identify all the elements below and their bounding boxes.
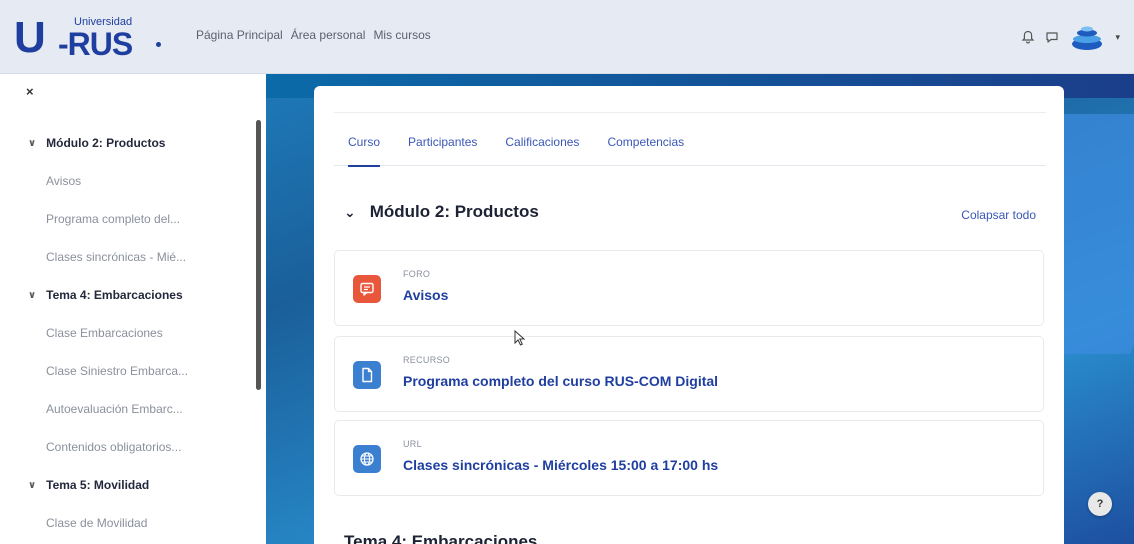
sidebar-section-modulo-2[interactable]: ∨ Módulo 2: Productos — [0, 124, 250, 162]
sidebar-section-label: Módulo 2: Productos — [46, 136, 166, 150]
close-icon[interactable]: × — [26, 84, 34, 99]
sidebar-item-programa[interactable]: Programa completo del... — [0, 200, 250, 238]
chevron-down-icon[interactable]: ⌄ — [344, 204, 356, 221]
primary-navigation: Página Principal Área personal Mis curso… — [196, 28, 431, 42]
user-menu-area: ▾ — [1021, 20, 1120, 54]
sidebar-item-clase-embarcaciones[interactable]: Clase Embarcaciones — [0, 314, 250, 352]
sidebar-item-avisos[interactable]: Avisos — [0, 162, 250, 200]
sidebar-item-autoevaluacion[interactable]: Autoevaluación Embarc... — [0, 390, 250, 428]
tab-curso[interactable]: Curso — [348, 124, 381, 167]
chevron-down-icon[interactable]: ∨ — [28, 138, 36, 149]
file-icon — [353, 361, 381, 389]
help-button[interactable]: ? — [1088, 492, 1112, 516]
sidebar-section-tema-4[interactable]: ∨ Tema 4: Embarcaciones — [0, 276, 250, 314]
course-index-list: ∨ Módulo 2: Productos Avisos Programa co… — [0, 124, 250, 542]
tab-competencias[interactable]: Competencias — [607, 124, 684, 165]
activity-type-label: URL — [403, 439, 422, 449]
site-logo[interactable]: U Universidad -RUS — [14, 12, 164, 64]
section-header[interactable]: ⌄ Módulo 2: Productos — [344, 202, 539, 222]
chevron-down-icon[interactable]: ∨ — [28, 290, 36, 301]
tab-calificaciones[interactable]: Calificaciones — [505, 124, 579, 165]
activity-card-url: URL Clases sincrónicas - Miércoles 15:00… — [334, 420, 1044, 496]
activity-card-foro: FORO Avisos — [334, 250, 1044, 326]
activity-card-recurso: RECURSO Programa completo del curso RUS-… — [334, 336, 1044, 412]
top-navbar: U Universidad -RUS Página Principal Área… — [0, 0, 1134, 74]
tab-participantes[interactable]: Participantes — [408, 124, 477, 165]
activity-link[interactable]: Avisos — [403, 287, 448, 303]
activity-type-label: RECURSO — [403, 355, 451, 365]
user-avatar[interactable] — [1069, 20, 1106, 54]
course-index-sidebar: × ∨ Módulo 2: Productos Avisos Programa … — [0, 74, 266, 544]
chevron-down-icon[interactable]: ▾ — [1115, 32, 1120, 43]
bell-icon[interactable] — [1021, 30, 1035, 44]
collapse-all-link[interactable]: Colapsar todo — [961, 208, 1036, 222]
nav-link-home[interactable]: Página Principal — [196, 28, 283, 42]
sidebar-item-contenidos[interactable]: Contenidos obligatorios... — [0, 428, 250, 466]
course-content-card: Curso Participantes Calificaciones Compe… — [314, 86, 1064, 544]
sidebar-section-tema-5[interactable]: ∨ Tema 5: Movilidad — [0, 466, 250, 504]
nav-link-dashboard[interactable]: Área personal — [291, 28, 366, 42]
sidebar-item-clase-siniestro[interactable]: Clase Siniestro Embarca... — [0, 352, 250, 390]
sidebar-scrollbar[interactable] — [256, 120, 261, 390]
section-title: Módulo 2: Productos — [369, 202, 539, 221]
sidebar-item-clases[interactable]: Clases sincrónicas - Mié... — [0, 238, 250, 276]
logo-dot — [156, 42, 161, 47]
chevron-down-icon[interactable]: ∨ — [28, 480, 36, 491]
logo-rus: -RUS — [58, 26, 133, 62]
activity-link[interactable]: Clases sincrónicas - Miércoles 15:00 a 1… — [403, 457, 718, 473]
globe-icon — [353, 445, 381, 473]
sidebar-section-label: Tema 5: Movilidad — [46, 478, 150, 492]
divider — [334, 112, 1046, 113]
forum-icon — [353, 275, 381, 303]
chat-icon[interactable] — [1045, 30, 1059, 44]
activity-type-label: FORO — [403, 269, 431, 279]
logo-letter: U — [14, 13, 46, 62]
mouse-cursor-icon — [514, 329, 526, 351]
activity-link[interactable]: Programa completo del curso RUS-COM Digi… — [403, 373, 718, 389]
next-section-title[interactable]: Tema 4: Embarcaciones — [344, 532, 537, 544]
sidebar-item-clase-movilidad[interactable]: Clase de Movilidad — [0, 504, 250, 542]
course-tabs: Curso Participantes Calificaciones Compe… — [334, 124, 1046, 167]
nav-link-my-courses[interactable]: Mis cursos — [373, 28, 430, 42]
sidebar-section-label: Tema 4: Embarcaciones — [46, 288, 183, 302]
